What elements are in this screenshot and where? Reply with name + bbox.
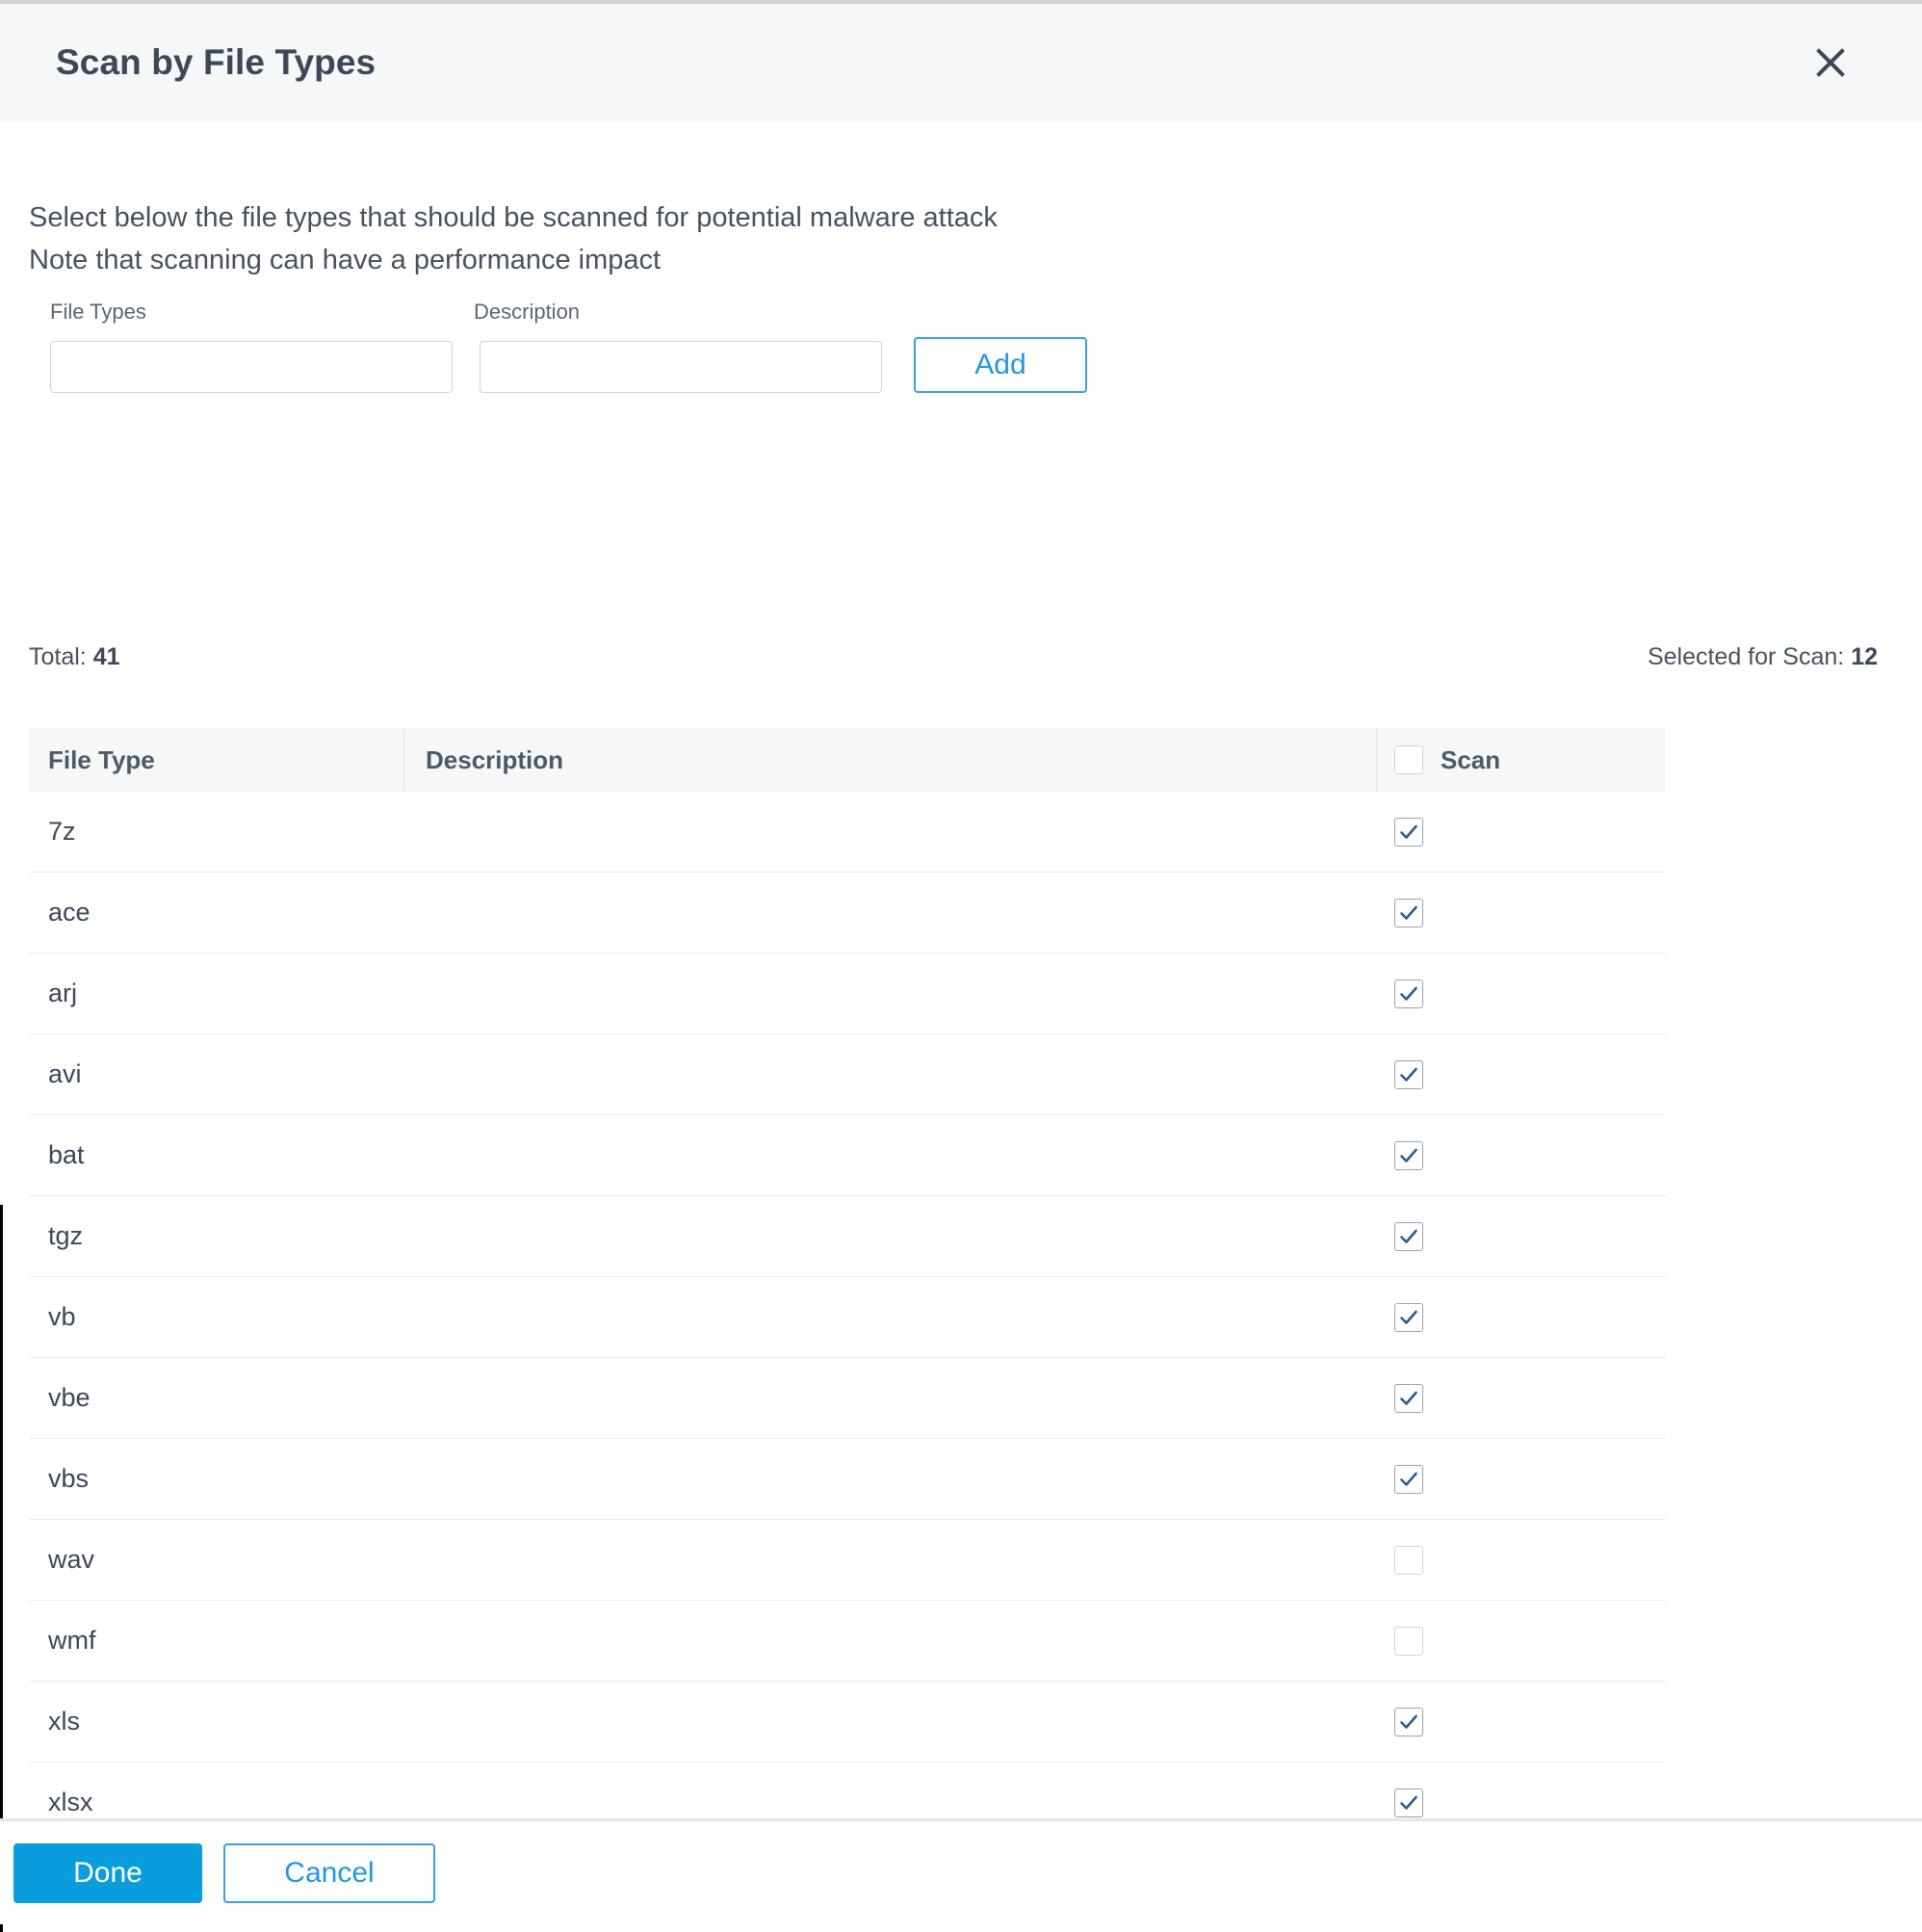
cell-file-type: bat bbox=[48, 1140, 85, 1169]
dialog-header: Scan by File Types bbox=[0, 4, 1922, 121]
cell-scan bbox=[1377, 873, 1666, 953]
cell-description bbox=[404, 1277, 1377, 1358]
column-header-scan: Scan bbox=[1377, 728, 1666, 792]
cell-description bbox=[404, 953, 1377, 1034]
table-row[interactable]: arj bbox=[29, 953, 1666, 1034]
add-file-type-form: File Types Description Add bbox=[29, 300, 1087, 393]
table-row[interactable]: wmf bbox=[29, 1601, 1666, 1682]
description-label: Description bbox=[474, 300, 581, 324]
table-row[interactable]: tgz bbox=[29, 1196, 1666, 1277]
table-row[interactable]: 7z bbox=[29, 792, 1666, 873]
done-button[interactable]: Done bbox=[13, 1842, 202, 1903]
intro-line-2: Note that scanning can have a performanc… bbox=[29, 245, 662, 275]
selected-value: 12 bbox=[1851, 643, 1878, 670]
cell-description bbox=[404, 873, 1377, 953]
total-value: 41 bbox=[92, 643, 120, 670]
scan-checkbox[interactable] bbox=[1394, 1221, 1423, 1251]
scan-checkbox[interactable] bbox=[1394, 817, 1423, 847]
cell-file-type: 7z bbox=[48, 817, 76, 846]
table-body: 7zacearjavibattgzvbvbevbswavwmfxlsxlsxzi… bbox=[29, 792, 1666, 1924]
scan-checkbox[interactable] bbox=[1394, 1383, 1423, 1413]
column-header-description[interactable]: Description bbox=[404, 728, 1377, 792]
cell-description bbox=[404, 792, 1377, 873]
total-label: Total: bbox=[29, 643, 87, 670]
cell-scan bbox=[1377, 1520, 1666, 1601]
cell-description bbox=[404, 1601, 1377, 1682]
selected-count: Selected for Scan: 12 bbox=[1648, 643, 1893, 671]
selected-label: Selected for Scan: bbox=[1647, 643, 1845, 670]
cell-scan bbox=[1377, 1277, 1666, 1358]
cell-scan bbox=[1377, 1034, 1666, 1115]
scan-checkbox[interactable] bbox=[1394, 1788, 1423, 1817]
cell-scan bbox=[1377, 1439, 1666, 1520]
file-types-label: File Types bbox=[50, 300, 146, 324]
select-all-checkbox[interactable] bbox=[1394, 745, 1423, 774]
table-row[interactable]: avi bbox=[29, 1034, 1666, 1115]
total-count: Total: 41 bbox=[29, 643, 120, 671]
cancel-button[interactable]: Cancel bbox=[223, 1842, 435, 1903]
table-row[interactable]: vbs bbox=[29, 1439, 1666, 1520]
scan-checkbox[interactable] bbox=[1394, 898, 1423, 927]
dialog-body: Select below the file types that should … bbox=[0, 121, 1922, 1932]
table-row[interactable]: wav bbox=[29, 1520, 1666, 1601]
cell-file-type: wmf bbox=[48, 1626, 96, 1655]
table-header-row: File Type Description Scan bbox=[29, 728, 1666, 792]
cell-description bbox=[404, 1439, 1377, 1520]
file-types-table: File Type Description Scan 7z ace arj avi ba… bbox=[29, 728, 1666, 1924]
table-row[interactable]: vb bbox=[29, 1277, 1666, 1358]
cell-file-type: ace bbox=[48, 898, 91, 927]
description-field-group: Description bbox=[453, 300, 882, 393]
cell-file-type: arj bbox=[48, 979, 78, 1007]
cell-description bbox=[404, 1034, 1377, 1115]
scan-checkbox[interactable] bbox=[1394, 1140, 1423, 1170]
cell-description bbox=[404, 1358, 1377, 1439]
cell-file-type: xls bbox=[48, 1707, 80, 1736]
close-icon[interactable] bbox=[1803, 35, 1858, 91]
table-row[interactable]: vbe bbox=[29, 1358, 1666, 1439]
scan-checkbox[interactable] bbox=[1394, 1626, 1423, 1656]
page-title: Scan by File Types bbox=[56, 42, 377, 82]
file-types-input[interactable] bbox=[50, 341, 453, 393]
scan-checkbox[interactable] bbox=[1394, 1059, 1423, 1089]
cell-description bbox=[404, 1520, 1377, 1601]
scan-checkbox[interactable] bbox=[1394, 979, 1423, 1008]
cell-scan bbox=[1377, 1196, 1666, 1277]
intro-line-1: Select below the file types that should … bbox=[29, 202, 998, 233]
cell-description bbox=[404, 1682, 1377, 1762]
counts-bar: Total: 41 Selected for Scan: 12 bbox=[29, 643, 1893, 671]
column-header-file-type[interactable]: File Type bbox=[29, 728, 404, 792]
cell-scan bbox=[1377, 953, 1666, 1034]
intro-text: Select below the file types that should … bbox=[29, 196, 998, 281]
scan-checkbox[interactable] bbox=[1394, 1302, 1423, 1332]
scan-checkbox[interactable] bbox=[1394, 1464, 1423, 1494]
cell-scan bbox=[1377, 1682, 1666, 1762]
cell-scan bbox=[1377, 1115, 1666, 1196]
cell-file-type: vbe bbox=[48, 1383, 91, 1412]
add-button[interactable]: Add bbox=[914, 337, 1087, 393]
table-row[interactable]: ace bbox=[29, 873, 1666, 953]
column-header-scan-label: Scan bbox=[1441, 744, 1501, 774]
cell-file-type: avi bbox=[48, 1059, 82, 1088]
dialog-footer: Done Cancel bbox=[0, 1821, 1922, 1924]
file-types-field-group: File Types bbox=[29, 300, 453, 393]
table-row[interactable]: bat bbox=[29, 1115, 1666, 1196]
cell-file-type: vb bbox=[48, 1302, 76, 1331]
cell-description bbox=[404, 1115, 1377, 1196]
cell-description bbox=[404, 1196, 1377, 1277]
cell-file-type: vbs bbox=[48, 1464, 90, 1493]
cell-file-type: tgz bbox=[48, 1221, 84, 1250]
description-input[interactable] bbox=[480, 341, 882, 393]
cell-scan bbox=[1377, 792, 1666, 873]
table-row[interactable]: xls bbox=[29, 1682, 1666, 1762]
cell-scan bbox=[1377, 1358, 1666, 1439]
cell-file-type: wav bbox=[48, 1545, 95, 1574]
scan-checkbox[interactable] bbox=[1394, 1707, 1423, 1736]
cell-scan bbox=[1377, 1601, 1666, 1682]
scan-checkbox[interactable] bbox=[1394, 1545, 1423, 1575]
